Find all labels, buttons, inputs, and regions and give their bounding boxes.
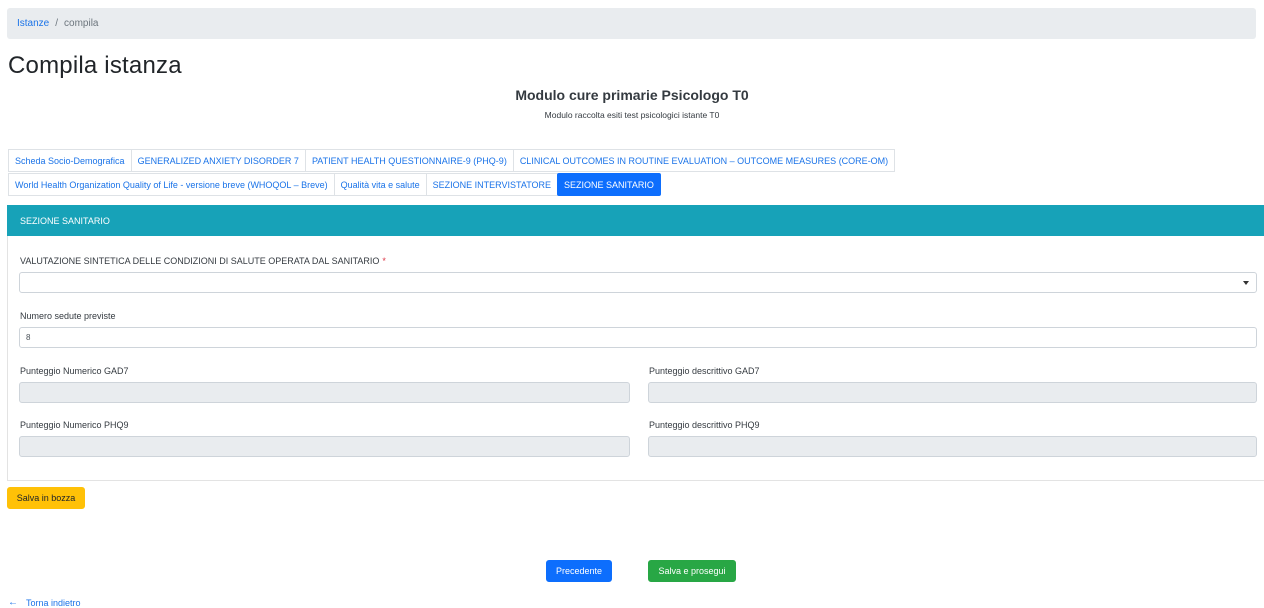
valutazione-label: VALUTAZIONE SINTETICA DELLE CONDIZIONI D… (20, 256, 386, 266)
tab-qualita-vita[interactable]: Qualità vita e salute (333, 173, 427, 196)
back-link-label: Torna indietro (26, 597, 81, 608)
phq9-numeric-field (19, 436, 630, 457)
phq9-descriptive-label: Punteggio descrittivo PHQ9 (649, 420, 760, 430)
sedute-input[interactable]: 8 (19, 327, 1257, 348)
breadcrumb-link-istanze[interactable]: Istanze (17, 18, 49, 29)
required-mark: * (382, 256, 386, 266)
breadcrumb-current: compila (64, 18, 99, 29)
tab-sezione-intervistatore[interactable]: SEZIONE INTERVISTATORE (425, 173, 559, 196)
module-subtitle: Modulo raccolta esiti test psicologici i… (544, 110, 720, 120)
tab-core-om[interactable]: CLINICAL OUTCOMES IN ROUTINE EVALUATION … (512, 149, 896, 172)
page-title: Compila istanza (8, 52, 182, 79)
gad7-numeric-label: Punteggio Numerico GAD7 (20, 366, 129, 376)
breadcrumb: Istanze / compila (7, 8, 1256, 39)
tabs-row-2: World Health Organization Quality of Lif… (8, 173, 661, 196)
previous-button[interactable]: Precedente (546, 560, 612, 582)
module-title: Modulo cure primarie Psicologo T0 (515, 87, 749, 103)
tab-gad7[interactable]: GENERALIZED ANXIETY DISORDER 7 (130, 149, 306, 172)
tabs-row-1: Scheda Socio-Demografica GENERALIZED ANX… (8, 149, 896, 172)
valutazione-label-text: VALUTAZIONE SINTETICA DELLE CONDIZIONI D… (20, 256, 380, 266)
tab-phq9[interactable]: PATIENT HEALTH QUESTIONNAIRE-9 (PHQ-9) (304, 149, 514, 172)
tab-whoqol[interactable]: World Health Organization Quality of Lif… (8, 173, 335, 196)
tab-scheda-socio-demografica[interactable]: Scheda Socio-Demografica (8, 149, 132, 172)
breadcrumb-separator: / (55, 18, 59, 29)
back-link[interactable]: ← Torna indietro (8, 597, 81, 608)
phq9-numeric-label: Punteggio Numerico PHQ9 (20, 420, 129, 430)
arrow-left-icon: ← (8, 597, 18, 608)
chevron-down-icon (1243, 281, 1249, 285)
gad7-descriptive-label: Punteggio descrittivo GAD7 (649, 366, 760, 376)
gad7-numeric-field (19, 382, 630, 403)
save-and-continue-button[interactable]: Salva e prosegui (648, 560, 736, 582)
gad7-descriptive-field (648, 382, 1257, 403)
save-draft-button[interactable]: Salva in bozza (7, 487, 85, 509)
section-header: SEZIONE SANITARIO (7, 205, 1264, 236)
tab-sezione-sanitario[interactable]: SEZIONE SANITARIO (557, 173, 661, 196)
sedute-label: Numero sedute previste (20, 311, 116, 321)
valutazione-select[interactable] (19, 272, 1257, 293)
phq9-descriptive-field (648, 436, 1257, 457)
